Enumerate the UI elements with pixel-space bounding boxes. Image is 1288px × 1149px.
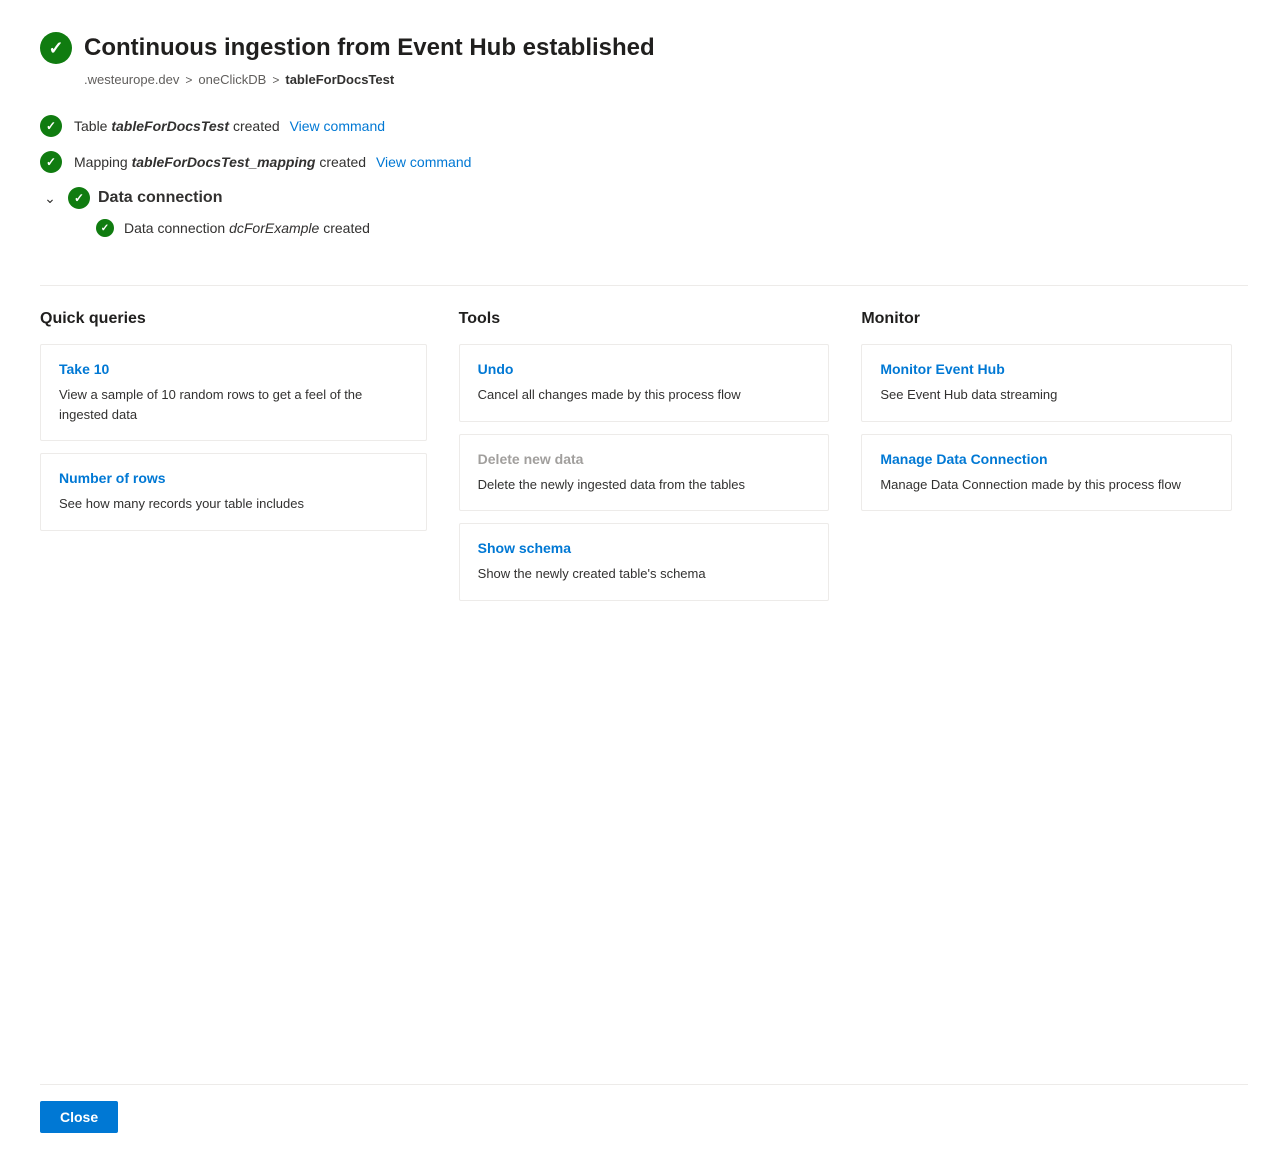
quick-queries-column: Quick queries Take 10 View a sample of 1… (40, 310, 443, 1084)
steps-section: Table tableForDocsTest created View comm… (40, 115, 1248, 237)
close-button[interactable]: Close (40, 1101, 118, 1133)
show-schema-card[interactable]: Show schema Show the newly created table… (459, 523, 830, 601)
quick-queries-title: Quick queries (40, 310, 427, 328)
footer: Close (40, 1084, 1248, 1149)
success-icon-large (40, 32, 72, 64)
number-of-rows-card[interactable]: Number of rows See how many records your… (40, 453, 427, 531)
breadcrumb-current: tableForDocsTest (285, 72, 394, 87)
mapping-step-row: Mapping tableForDocsTest_mapping created… (40, 151, 1248, 173)
data-connection-sub-row: Data connection dcForExample created (96, 219, 1248, 237)
chevron-down-icon[interactable]: ⌄ (40, 188, 60, 208)
delete-new-data-description: Delete the newly ingested data from the … (478, 475, 811, 495)
breadcrumb-part1: .westeurope.dev (84, 72, 179, 87)
mapping-view-command-link[interactable]: View command (376, 154, 471, 170)
undo-title: Undo (478, 361, 811, 377)
tools-title: Tools (459, 310, 830, 328)
number-of-rows-description: See how many records your table includes (59, 494, 408, 514)
breadcrumb-part2: oneClickDB (198, 72, 266, 87)
mapping-success-icon (40, 151, 62, 173)
data-connection-row: ⌄ Data connection (40, 187, 1248, 209)
show-schema-title: Show schema (478, 540, 811, 556)
monitor-column: Monitor Monitor Event Hub See Event Hub … (845, 310, 1248, 1084)
data-connection-label: Data connection (98, 189, 222, 207)
monitor-event-hub-card[interactable]: Monitor Event Hub See Event Hub data str… (861, 344, 1232, 422)
manage-data-connection-title: Manage Data Connection (880, 451, 1213, 467)
number-of-rows-title: Number of rows (59, 470, 408, 486)
breadcrumb-sep1: > (185, 73, 192, 87)
sections-container: Quick queries Take 10 View a sample of 1… (40, 310, 1248, 1084)
manage-data-connection-description: Manage Data Connection made by this proc… (880, 475, 1213, 495)
monitor-title: Monitor (861, 310, 1232, 328)
breadcrumb: .westeurope.dev > oneClickDB > tableForD… (84, 72, 1248, 87)
monitor-event-hub-title: Monitor Event Hub (880, 361, 1213, 377)
table-step-row: Table tableForDocsTest created View comm… (40, 115, 1248, 137)
table-view-command-link[interactable]: View command (290, 118, 385, 134)
delete-new-data-title: Delete new data (478, 451, 811, 467)
breadcrumb-sep2: > (272, 73, 279, 87)
undo-description: Cancel all changes made by this process … (478, 385, 811, 405)
dc-created-success-icon (96, 219, 114, 237)
take10-card[interactable]: Take 10 View a sample of 10 random rows … (40, 344, 427, 441)
take10-title: Take 10 (59, 361, 408, 377)
monitor-event-hub-description: See Event Hub data streaming (880, 385, 1213, 405)
data-connection-success-icon (68, 187, 90, 209)
take10-description: View a sample of 10 random rows to get a… (59, 385, 408, 424)
tools-column: Tools Undo Cancel all changes made by th… (443, 310, 846, 1084)
page-title: Continuous ingestion from Event Hub esta… (84, 34, 655, 62)
dc-created-text: Data connection dcForExample created (124, 220, 370, 236)
section-divider (40, 285, 1248, 286)
table-step-text: Table tableForDocsTest created View comm… (74, 118, 385, 134)
header-section: Continuous ingestion from Event Hub esta… (40, 32, 1248, 64)
show-schema-description: Show the newly created table's schema (478, 564, 811, 584)
undo-card[interactable]: Undo Cancel all changes made by this pro… (459, 344, 830, 422)
delete-new-data-card[interactable]: Delete new data Delete the newly ingeste… (459, 434, 830, 512)
manage-data-connection-card[interactable]: Manage Data Connection Manage Data Conne… (861, 434, 1232, 512)
mapping-step-text: Mapping tableForDocsTest_mapping created… (74, 154, 471, 170)
table-success-icon (40, 115, 62, 137)
